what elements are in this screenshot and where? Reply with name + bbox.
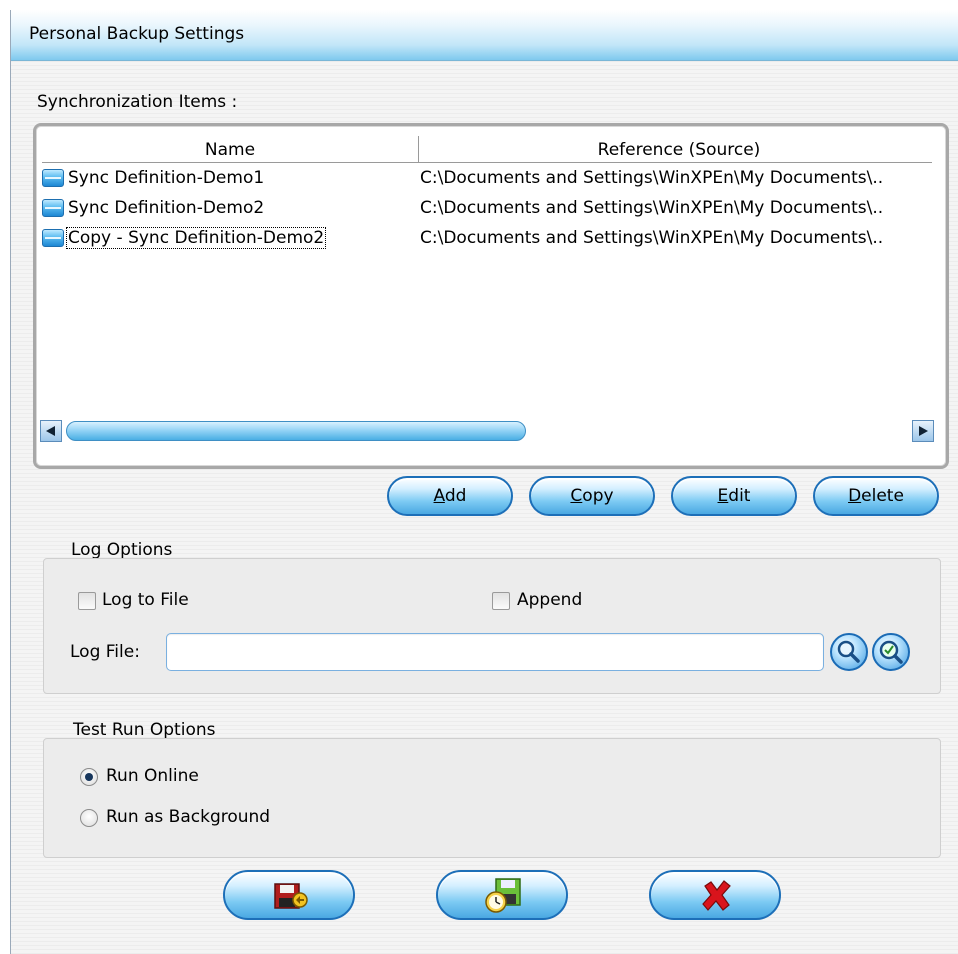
save-icon	[274, 883, 308, 909]
list-item[interactable]: Copy - Sync Definition-Demo2 C:\Document…	[42, 224, 932, 254]
run-background-label: Run as Background	[106, 807, 271, 827]
log-to-file-checkbox[interactable]	[78, 592, 96, 610]
schedule-button[interactable]	[436, 870, 568, 920]
scroll-left-arrow-icon[interactable]	[40, 420, 62, 442]
log-file-label: Log File:	[70, 642, 140, 662]
item-source: C:\Documents and Settings\WinXPEn\My Doc…	[420, 168, 884, 188]
add-button[interactable]: Add	[387, 476, 513, 516]
run-online-label: Run Online	[106, 766, 199, 786]
title-bar: Personal Backup Settings	[11, 10, 958, 61]
sync-item-icon	[42, 169, 64, 187]
sync-item-icon	[42, 199, 64, 217]
item-name: Copy - Sync Definition-Demo2	[66, 227, 327, 249]
settings-window: Personal Backup Settings Synchronization…	[10, 10, 958, 954]
list-header: Name Reference (Source)	[42, 136, 932, 163]
scroll-thumb[interactable]	[66, 421, 526, 441]
horizontal-scrollbar[interactable]	[40, 420, 934, 442]
delete-button[interactable]: Delete	[813, 476, 939, 516]
list-item[interactable]: Sync Definition-Demo2 C:\Documents and S…	[42, 194, 932, 224]
column-header-name[interactable]: Name	[42, 136, 419, 162]
sync-item-icon	[42, 229, 64, 247]
close-icon	[702, 880, 731, 911]
cancel-button[interactable]	[649, 870, 781, 920]
edit-button[interactable]: Edit	[671, 476, 797, 516]
test-run-options-title: Test Run Options	[73, 720, 216, 740]
log-to-file-label: Log to File	[102, 590, 189, 610]
log-options-title: Log Options	[71, 540, 173, 560]
list-item[interactable]: Sync Definition-Demo1 C:\Documents and S…	[42, 164, 932, 194]
test-run-options-group: Run Online Run as Background	[43, 738, 941, 858]
copy-button[interactable]: Copy	[529, 476, 655, 516]
sync-items-list[interactable]: Name Reference (Source) Sync Definition-…	[33, 123, 949, 469]
run-background-radio[interactable]	[80, 809, 98, 827]
sync-items-label: Synchronization Items :	[37, 92, 238, 112]
item-name: Sync Definition-Demo1	[68, 168, 265, 188]
log-options-group: Log to File Append Log File:	[43, 558, 941, 694]
window-title: Personal Backup Settings	[29, 24, 245, 44]
item-name: Sync Definition-Demo2	[68, 198, 265, 218]
append-checkbox[interactable]	[492, 592, 510, 610]
scroll-right-arrow-icon[interactable]	[912, 420, 934, 442]
column-header-source[interactable]: Reference (Source)	[419, 136, 939, 162]
schedule-icon	[485, 878, 521, 913]
append-label: Append	[517, 590, 583, 610]
view-log-icon[interactable]	[872, 633, 910, 671]
item-source: C:\Documents and Settings\WinXPEn\My Doc…	[420, 228, 884, 248]
save-button[interactable]	[223, 870, 355, 920]
item-source: C:\Documents and Settings\WinXPEn\My Doc…	[420, 198, 884, 218]
log-file-input[interactable]	[166, 633, 824, 671]
magnifier-icon[interactable]	[830, 633, 868, 671]
run-online-radio[interactable]	[80, 768, 98, 786]
